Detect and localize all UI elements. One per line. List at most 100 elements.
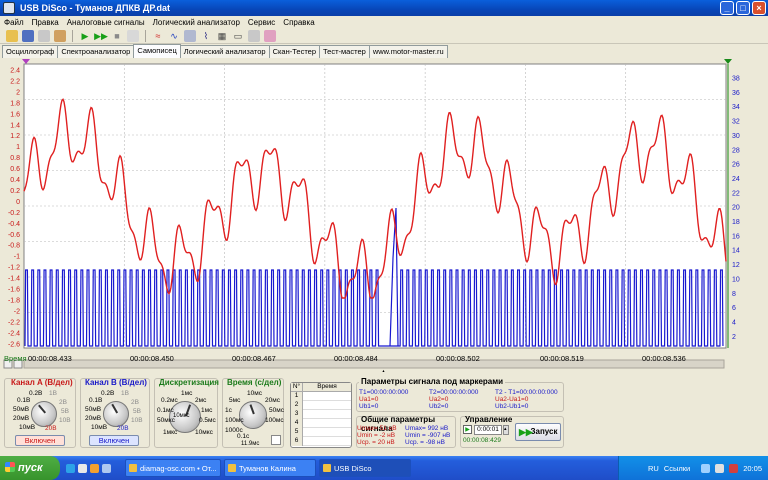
time-div-group: Время (с/дел) 10мс 5мс 1с 100мс 1000с 0.… <box>222 378 284 448</box>
channel-a-label: 50мВ <box>13 406 30 413</box>
menu-bar: Файл Правка Аналоговые сигналы Логически… <box>0 16 768 28</box>
table-row[interactable]: 5 <box>291 428 351 437</box>
calc-icon[interactable] <box>248 29 260 42</box>
table-row[interactable]: 1 <box>291 392 351 401</box>
eraser-icon[interactable] <box>264 29 276 42</box>
print-icon[interactable] <box>38 29 50 42</box>
channel-b-label: 10В <box>131 417 143 424</box>
zoom-icon[interactable]: ▭ <box>232 30 244 42</box>
discretization-label: 2мс <box>195 397 207 404</box>
time-div-label: 100мс <box>265 417 284 424</box>
time-tick-label: 00:00:08.536 <box>642 354 686 363</box>
marker-ua1: Ua1=0 <box>359 396 379 403</box>
task-usb-disco[interactable]: USB DiSco <box>319 459 411 477</box>
table-row[interactable]: 2 <box>291 401 351 410</box>
time-div-knob[interactable] <box>239 401 267 429</box>
left-axis-tick: -0.6 <box>8 232 20 239</box>
left-axis-tick: 1.2 <box>10 133 20 140</box>
table-row[interactable]: 6 <box>291 437 351 446</box>
table-row[interactable]: 4 <box>291 419 351 428</box>
start-button-taskbar[interactable]: пуск <box>0 456 60 480</box>
links-toolbar[interactable]: Ссылки <box>664 464 690 473</box>
menu-analog-signals[interactable]: Аналоговые сигналы <box>67 18 145 27</box>
window-title: USB DiSco - Туманов ДПКВ ДР.dat <box>20 3 170 13</box>
tab-recorder[interactable]: Самописец <box>133 44 181 58</box>
single-icon[interactable] <box>127 29 139 42</box>
left-axis-tick: 0.6 <box>10 166 20 173</box>
play-icon[interactable]: ▶ <box>79 30 91 42</box>
left-axis-tick: -1.6 <box>8 287 20 294</box>
right-axis-tick: 16 <box>732 233 740 240</box>
trigger-icon[interactable]: ≈ <box>152 30 164 42</box>
tab-oscilloscope[interactable]: Осциллограф <box>2 45 59 58</box>
time-div-label: 5мс <box>229 397 241 404</box>
right-axis-tick: 6 <box>732 305 736 312</box>
stop-icon[interactable]: ■ <box>111 30 123 42</box>
menu-logic-analyzer[interactable]: Логический анализатор <box>153 18 240 27</box>
desktop-icon[interactable] <box>102 463 111 473</box>
play-step-icon[interactable]: ▶▶ <box>94 30 108 42</box>
marker-ub1: Ub1=0 <box>359 403 379 410</box>
tune-icon[interactable]: ⌇ <box>200 30 212 42</box>
chart-icon[interactable] <box>54 29 66 42</box>
tab-website[interactable]: www.motor-master.ru <box>368 45 448 58</box>
antivirus-icon[interactable] <box>729 463 739 473</box>
system-tray: RU Ссылки 20:05 <box>618 456 768 480</box>
language-indicator[interactable]: RU <box>648 464 659 473</box>
channel-b-enable-button[interactable]: Включен <box>89 435 139 446</box>
counter-spin-icon[interactable]: ▴ <box>503 425 509 435</box>
record-icon[interactable]: ▶ <box>463 425 472 434</box>
table-row[interactable]: 3 <box>291 410 351 419</box>
media-icon[interactable] <box>90 463 99 473</box>
taskbar: пуск diamag-osc.com • От... Туманов Кали… <box>0 456 768 480</box>
volume-icon[interactable] <box>715 463 725 473</box>
left-axis-tick: 1.6 <box>10 111 20 118</box>
channel-a-label: 2В <box>59 399 67 406</box>
network-icon[interactable] <box>701 463 711 473</box>
marker-dua: Ua2-Ua1=0 <box>495 396 529 403</box>
open-icon[interactable] <box>6 29 18 42</box>
menu-file[interactable]: Файл <box>4 18 24 27</box>
time-div-doc-icon[interactable] <box>271 435 281 445</box>
menu-service[interactable]: Сервис <box>248 18 275 27</box>
tab-test-master[interactable]: Тест-мастер <box>319 45 370 58</box>
start-button-label: Запуск <box>530 427 558 436</box>
ie-icon[interactable] <box>66 463 75 473</box>
tab-spectrum-analyzer[interactable]: Спектроанализатор <box>57 45 135 58</box>
recorder-plot[interactable]: 2.4 2.2 2 1.8 1.6 1.4 1.2 1 0.8 0.6 0.4 0.2 0 -0.2 -0.… <box>0 58 768 372</box>
discretization-label: 10мкс <box>195 429 213 436</box>
minimize-button[interactable]: _ <box>720 1 734 15</box>
marker-dub: Ub2-Ub1=0 <box>495 403 529 410</box>
general-b-umin: Umin = -907 нВ <box>405 432 451 439</box>
close-button[interactable]: × <box>752 1 766 15</box>
start-button[interactable]: ▶▶ Запуск <box>515 423 561 441</box>
channel-a-label: 10мВ <box>19 424 36 431</box>
tab-logic-analyzer[interactable]: Логический анализатор <box>179 45 270 58</box>
save-icon[interactable] <box>22 29 34 42</box>
left-axis-tick: -0.4 <box>8 221 20 228</box>
bar-icon[interactable]: ▦ <box>216 30 228 42</box>
tab-scan-tester[interactable]: Скан-Тестер <box>268 45 321 58</box>
wave-icon[interactable]: ∿ <box>168 30 180 42</box>
marker-a-handle <box>22 59 30 64</box>
discretization-label: 10мкс <box>173 413 190 419</box>
quicklaunch <box>66 463 111 473</box>
task-browser[interactable]: diamag-osc.com • От... <box>125 459 221 477</box>
left-axis-tick: -1.4 <box>8 276 20 283</box>
marker-dt: T2 - T1=00:00:00:000 <box>495 389 558 396</box>
channel-a-label: 0.1В <box>17 397 31 404</box>
meter-icon[interactable] <box>184 29 196 42</box>
channel-a-enable-button[interactable]: Включен <box>15 435 65 446</box>
menu-help[interactable]: Справка <box>283 18 314 27</box>
mail-icon[interactable] <box>78 463 87 473</box>
channel-a-group: Канал A (В/дел) 0.2В 0.1В 50мВ 20мВ 10мВ… <box>4 378 76 448</box>
menu-edit[interactable]: Правка <box>32 18 59 27</box>
right-axis-tick: 28 <box>732 147 740 154</box>
task-folder[interactable]: Туманов Калина <box>224 459 316 477</box>
counter-field[interactable]: 0:00:01 <box>474 425 502 435</box>
general-a-umax: Umax= 51 нВ <box>357 425 397 432</box>
time-tick-label: 00:00:08.519 <box>540 354 584 363</box>
marker-t2: T2=00:00:00:000 <box>429 389 479 396</box>
maximize-button[interactable]: □ <box>736 1 750 15</box>
control-title: Управление <box>465 415 513 424</box>
